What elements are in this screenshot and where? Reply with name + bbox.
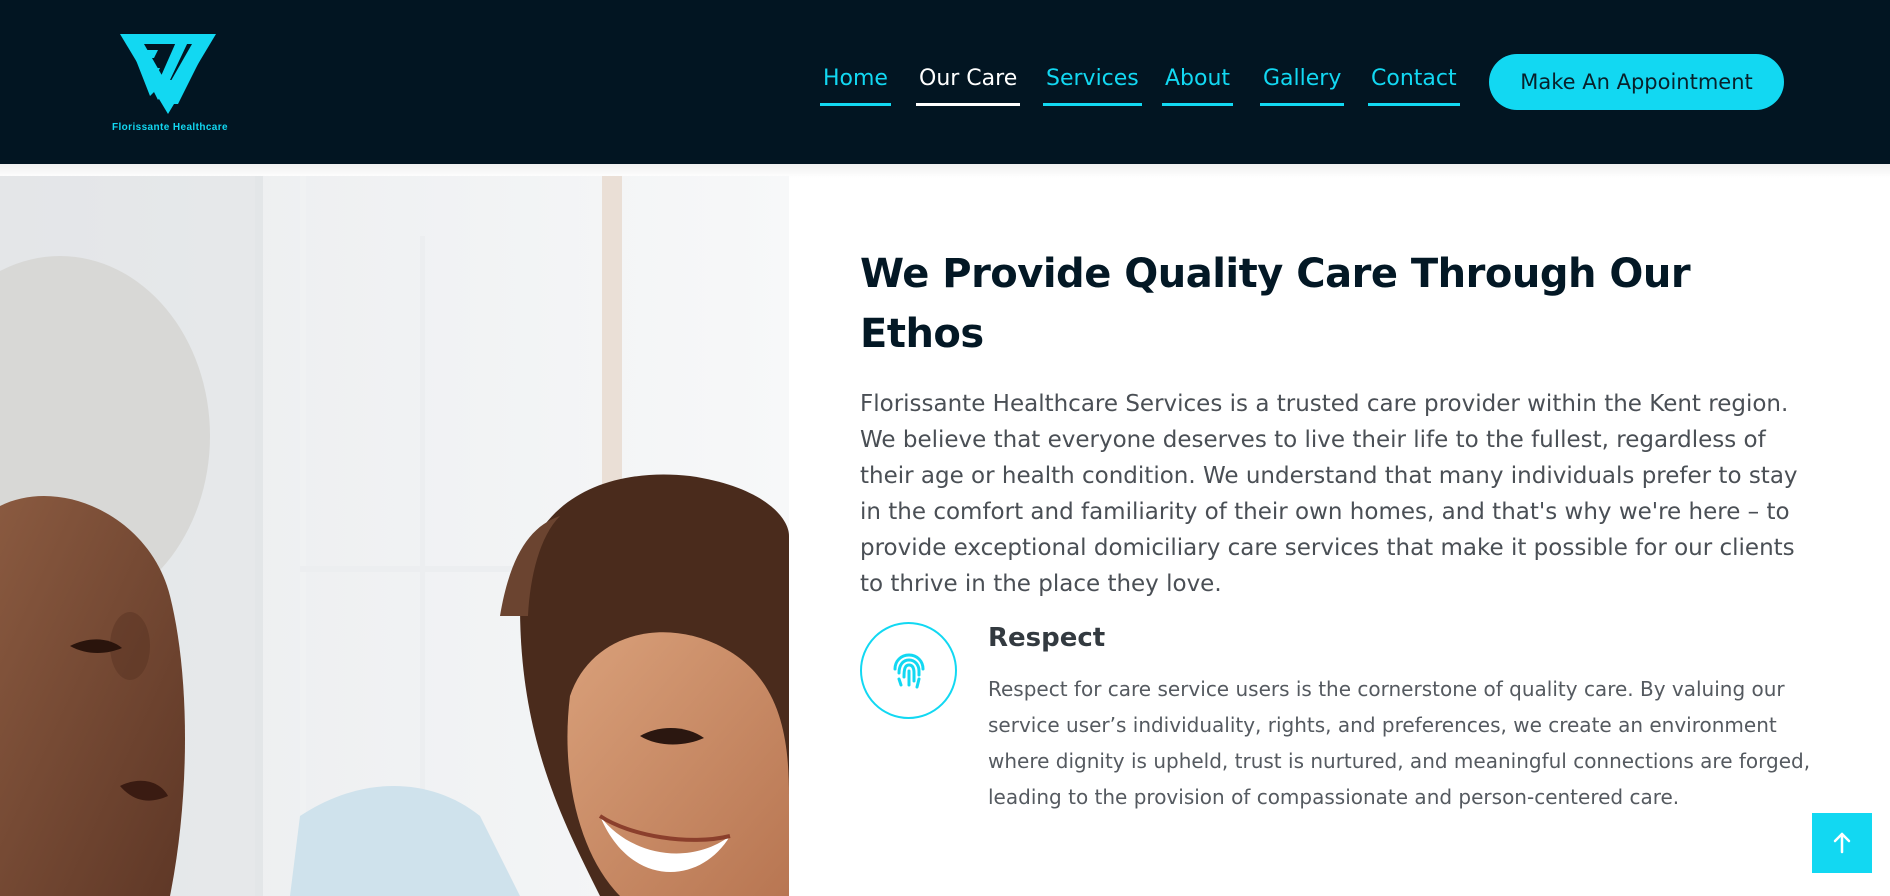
arrow-up-icon xyxy=(1833,832,1851,854)
make-appointment-button[interactable]: Make An Appointment xyxy=(1489,54,1784,110)
nav-about[interactable]: About xyxy=(1162,64,1234,106)
intro-paragraph: Florissante Healthcare Services is a tru… xyxy=(860,391,1798,597)
respect-icon-circle xyxy=(860,622,957,719)
logo-mark-icon xyxy=(120,34,216,114)
ethos-section: We Provide Quality Care Through Our Etho… xyxy=(860,244,1820,602)
scroll-to-top-button[interactable] xyxy=(1812,813,1872,873)
site-logo[interactable]: Florissante Healthcare xyxy=(108,30,232,138)
site-header: Florissante Healthcare Home Our Care Ser… xyxy=(0,0,1890,164)
page: Florissante Healthcare Home Our Care Ser… xyxy=(0,0,1890,896)
page-title: We Provide Quality Care Through Our Etho… xyxy=(860,251,1691,357)
fingerprint-icon xyxy=(893,653,925,689)
feature-text-respect: Respect for care service users is the co… xyxy=(988,677,1811,809)
hero-photo xyxy=(0,176,789,896)
nav-home[interactable]: Home xyxy=(820,64,891,106)
nav-contact[interactable]: Contact xyxy=(1368,64,1460,106)
caregiver-photo-illustration xyxy=(0,176,789,896)
nav-services[interactable]: Services xyxy=(1043,64,1142,106)
nav-our-care[interactable]: Our Care xyxy=(916,64,1021,106)
logo-text: Florissante Healthcare xyxy=(111,122,229,133)
nav-gallery[interactable]: Gallery xyxy=(1260,64,1345,106)
feature-title-respect: Respect xyxy=(988,623,1106,653)
